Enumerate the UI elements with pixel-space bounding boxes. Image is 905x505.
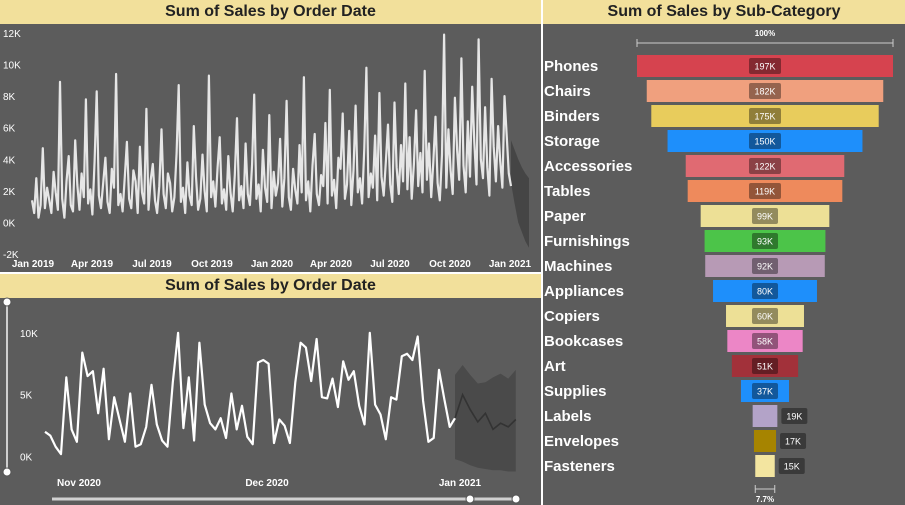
funnel-bar <box>755 455 775 477</box>
category-label: Tables <box>544 183 590 200</box>
category-label: Envelopes <box>544 433 619 450</box>
slider-handle-left <box>465 494 475 504</box>
sales-line <box>44 331 456 456</box>
x-tick-label: Jan 2021 <box>489 259 532 270</box>
category-label: Supplies <box>544 383 607 400</box>
data-label: 122K <box>754 162 775 172</box>
data-label: 150K <box>754 137 775 147</box>
y-tick-label: 0K <box>3 218 16 229</box>
slider-handle-bottom <box>2 467 12 477</box>
x-tick-label: Oct 2019 <box>191 259 233 270</box>
data-label: 51K <box>757 362 773 372</box>
category-label: Copiers <box>544 308 600 325</box>
y-tick-label: 5K <box>20 391 33 402</box>
x-tick-label: Apr 2019 <box>71 259 114 270</box>
x-tick-label: Jan 2019 <box>12 259 55 270</box>
forecast-band <box>511 140 529 248</box>
sales-by-date-panel: Sum of Sales by Order Date -2K 0K 2K 4K 6K 8K… <box>0 0 541 272</box>
data-label: 17K <box>785 437 801 447</box>
x-tick-label: Oct 2020 <box>429 259 471 270</box>
y-tick-label: 4K <box>3 155 16 166</box>
sales-by-date-forecast-chart: 0K 5K 10K Nov 2020 Dec 2020 Jan 2021 <box>2 297 521 504</box>
category-label: Phones <box>544 58 598 75</box>
category-label: Storage <box>544 133 600 150</box>
sales-line <box>30 33 513 219</box>
category-label: Bookcases <box>544 333 623 350</box>
category-label: Labels <box>544 408 592 425</box>
data-label: 119K <box>755 187 775 197</box>
funnel-bar <box>753 430 777 452</box>
slider-handle-top <box>2 297 12 307</box>
funnel-bottom-percent: 7.7% <box>756 495 774 504</box>
y-tick-label: 10K <box>3 61 21 72</box>
category-label: Art <box>544 358 566 375</box>
sales-by-subcategory-panel: Sum of Sales by Sub-Category 100% Phones 1… <box>543 0 905 505</box>
data-label: 15K <box>784 462 800 472</box>
data-label: 19K <box>786 412 802 422</box>
data-label: 182K <box>754 87 775 97</box>
data-label: 99K <box>757 212 773 222</box>
y-tick-label: 10K <box>20 329 38 340</box>
x-tick-label: Nov 2020 <box>57 478 101 489</box>
category-label: Chairs <box>544 83 591 100</box>
y-tick-label: 6K <box>3 124 16 135</box>
category-label: Paper <box>544 208 586 225</box>
category-label: Fasteners <box>544 458 615 475</box>
data-label: 93K <box>757 237 773 247</box>
data-label: 175K <box>754 112 775 122</box>
y-tick-label: 0K <box>20 453 33 464</box>
sales-by-date-chart: -2K0K2K4K6K8K10K12KJan 2019 Apr 2019 Jul 2… <box>3 29 532 270</box>
data-label: 37K <box>757 387 773 397</box>
x-tick-label: Jul 2020 <box>370 259 410 270</box>
y-tick-label: 12K <box>3 29 21 40</box>
funnel-top-percent: 100% <box>755 29 775 38</box>
category-label: Accessories <box>544 158 632 175</box>
forecast-band <box>455 365 516 472</box>
data-label: 80K <box>757 287 773 297</box>
x-tick-label: Jul 2019 <box>132 259 172 270</box>
x-tick-label: Jan 2020 <box>251 259 294 270</box>
category-label: Binders <box>544 108 600 125</box>
category-label: Appliances <box>544 283 624 300</box>
x-tick-label: Apr 2020 <box>310 259 353 270</box>
sales-by-subcategory-funnel: 100% Phones 197K Chairs 182K Binders 175K Stora… <box>544 29 894 504</box>
y-tick-label: 2K <box>3 187 16 198</box>
y-tick-label: 8K <box>3 92 16 103</box>
category-label: Machines <box>544 258 612 275</box>
sales-by-date-forecast-panel: Sum of Sales by Order Date 0K 5K 10K Nov 20… <box>0 274 541 505</box>
x-tick-label: Dec 2020 <box>245 478 289 489</box>
category-label: Furnishings <box>544 233 630 250</box>
slider-handle-right <box>511 494 521 504</box>
data-label: 58K <box>757 337 773 347</box>
funnel-bar <box>752 405 778 427</box>
data-label: 92K <box>757 262 773 272</box>
data-label: 197K <box>754 62 775 72</box>
x-tick-label: Jan 2021 <box>439 478 482 489</box>
data-label: 60K <box>757 312 773 322</box>
